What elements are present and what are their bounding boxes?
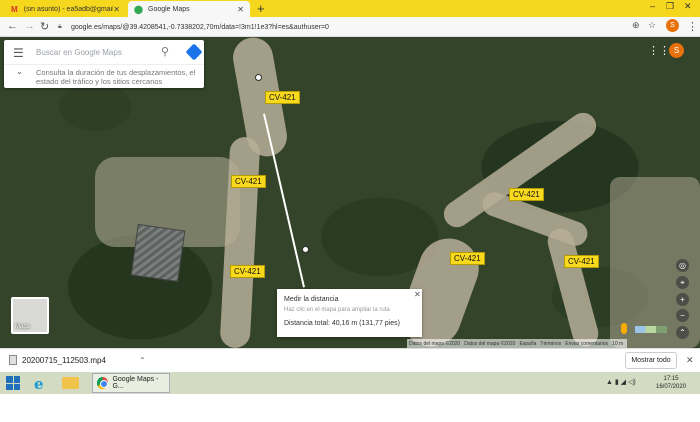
directions-icon[interactable] <box>185 43 203 61</box>
measure-title: Medir la distancia <box>284 296 339 303</box>
back-icon[interactable]: ← <box>7 20 18 32</box>
route-label: CV-421 <box>564 255 599 268</box>
restore-icon[interactable]: ❐ <box>666 1 674 12</box>
tab-gmail-label: (sin asunto) - ea5adb@gmail.com <box>23 5 114 13</box>
internet-explorer-icon[interactable]: e <box>34 375 50 393</box>
route-label: CV-421 <box>231 175 266 188</box>
hamburger-menu-icon[interactable]: ☰ <box>13 46 24 60</box>
footer-item[interactable]: Términos <box>540 341 561 347</box>
tab-gmail[interactable]: M (sin asunto) - ea5adb@gmail.com ✕ <box>4 1 126 17</box>
compass-icon[interactable]: ◎ <box>676 259 689 272</box>
close-icon[interactable]: ✕ <box>414 290 421 299</box>
expand-icon[interactable]: ⌃ <box>676 326 689 339</box>
measure-end-point[interactable] <box>302 246 309 253</box>
gmail-icon: M <box>11 4 18 14</box>
my-location-icon[interactable]: ⌖ <box>676 276 689 289</box>
clock[interactable]: 17:15 16/07/2020 <box>656 375 686 391</box>
forward-icon[interactable]: → <box>24 20 35 32</box>
url-text: google.es/maps/@39.4208541,-0.7338202,70… <box>71 23 329 31</box>
new-tab-button[interactable]: + <box>257 1 265 16</box>
url-field[interactable]: 🔒︎ google.es/maps/@39.4208541,-0.7338202… <box>58 20 628 34</box>
screen-blank-area <box>0 394 700 422</box>
pegman-icon[interactable] <box>621 323 627 334</box>
clock-time: 17:15 <box>663 376 679 382</box>
map-footer: Datos del mapa ©2020 Datos del mapa ©202… <box>407 339 627 348</box>
footer-item[interactable]: Enviar comentarios <box>565 341 608 347</box>
chevron-up-icon[interactable]: ⌃ <box>139 356 146 365</box>
system-tray-icons[interactable]: ▲ ▮ ◢ ◁) <box>606 378 636 386</box>
file-icon <box>9 355 17 365</box>
measure-hint: Haz clic en el mapa para ampliar la ruta <box>284 307 390 313</box>
download-item[interactable]: 20200715_112503.mp4 ⌃ <box>9 355 146 365</box>
measure-total: Distancia total: 40,16 m (131,77 pies) <box>284 320 400 327</box>
address-bar: ← → ↻ 🔒︎ google.es/maps/@39.4208541,-0.7… <box>0 17 700 37</box>
route-label: CV-421 <box>265 91 300 104</box>
zoom-out-button[interactable]: − <box>676 309 689 322</box>
download-filename: 20200715_112503.mp4 <box>22 355 106 365</box>
route-label: CV-421 <box>509 188 544 201</box>
lock-icon: 🔒︎ <box>58 23 62 30</box>
maps-pin-icon: ⬤ <box>134 4 143 14</box>
building-roof <box>130 223 186 283</box>
file-explorer-icon[interactable] <box>62 377 79 389</box>
location-icon[interactable]: ⊕ <box>632 20 640 31</box>
taskbar-chrome-item[interactable]: Google Maps - G... <box>92 373 170 393</box>
search-icon[interactable]: ⚲ <box>161 45 169 58</box>
measure-start-point[interactable] <box>255 74 262 81</box>
tab-maps-label: Google Maps <box>148 5 190 13</box>
account-avatar[interactable]: S <box>669 43 684 58</box>
search-panel: ☰ Buscar en Google Maps ⚲ ⌄ Consulta la … <box>4 40 204 88</box>
apps-grid-icon[interactable]: ⋮⋮ <box>648 44 670 57</box>
tab-google-maps[interactable]: ⬤ Google Maps ✕ <box>128 1 250 17</box>
layers-icon[interactable] <box>635 326 667 333</box>
close-window-icon[interactable]: ✕ <box>684 1 692 12</box>
satellite-map[interactable]: CV-421 CV-421 CV-421 CV-421 CV-421 CV-42… <box>0 37 700 348</box>
close-tab-icon[interactable]: ✕ <box>237 5 244 14</box>
profile-avatar[interactable]: S <box>666 19 679 32</box>
taskbar-chrome-label: Google Maps - G... <box>112 376 159 390</box>
route-label: CV-421 <box>230 265 265 278</box>
menu-dots-icon[interactable]: ⋮ <box>687 20 698 33</box>
map-type-label: Mapa <box>15 324 31 330</box>
commute-hint[interactable]: Consulta la duración de tus desplazamien… <box>36 68 201 86</box>
windows-start-icon[interactable] <box>6 376 20 390</box>
reload-icon[interactable]: ↻ <box>40 20 49 33</box>
map-type-toggle[interactable]: Mapa <box>11 297 49 334</box>
clock-date: 16/07/2020 <box>656 384 687 390</box>
footer-item[interactable]: España <box>519 341 536 347</box>
close-icon[interactable]: ✕ <box>686 355 694 366</box>
chevron-down-icon[interactable]: ⌄ <box>16 67 23 76</box>
minimize-icon[interactable]: – <box>650 1 655 11</box>
footer-item: Datos del mapa ©2020 <box>409 340 461 347</box>
measure-distance-card: Medir la distancia Haz clic en el mapa p… <box>277 289 422 337</box>
download-shelf: 20200715_112503.mp4 ⌃ Mostrar todo ✕ <box>0 348 700 372</box>
close-tab-icon[interactable]: ✕ <box>113 5 120 14</box>
route-label: CV-421 <box>450 252 485 265</box>
show-all-button[interactable]: Mostrar todo <box>625 352 677 369</box>
road-segment <box>544 225 602 348</box>
search-input[interactable]: Buscar en Google Maps <box>36 48 122 57</box>
chrome-icon <box>97 377 109 389</box>
scale-label: 10 m <box>612 340 624 347</box>
divider <box>4 64 204 65</box>
taskbar: e Google Maps - G... ▲ ▮ ◢ ◁) 17:15 16/0… <box>0 372 700 394</box>
footer-item: Datos del mapa ©2020 <box>464 340 516 347</box>
zoom-in-button[interactable]: + <box>676 293 689 306</box>
bookmark-star-icon[interactable]: ☆ <box>648 20 656 31</box>
tab-bar: M (sin asunto) - ea5adb@gmail.com ✕ ⬤ Go… <box>0 0 700 17</box>
